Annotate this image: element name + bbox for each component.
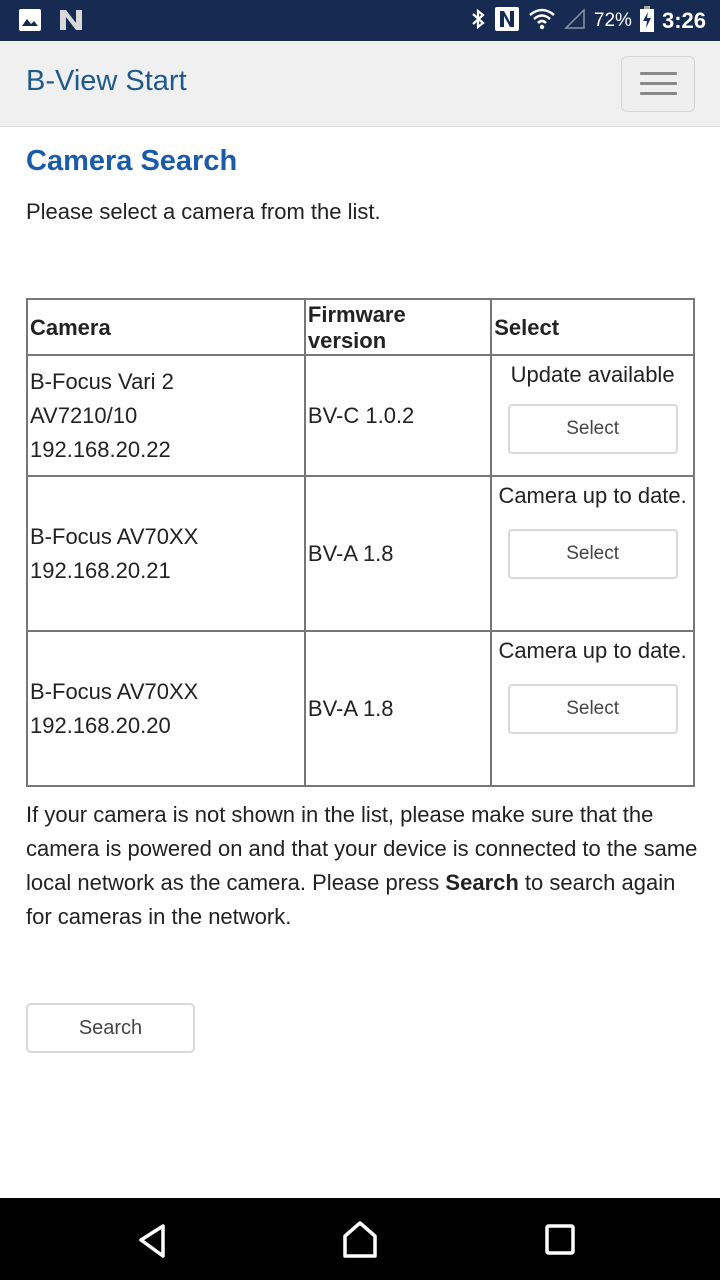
update-status: Camera up to date. — [498, 638, 687, 663]
camera-table: Camera Firmware version Select B-Focus V… — [26, 298, 695, 787]
recents-icon — [545, 1224, 575, 1255]
table-header-row: Camera Firmware version Select — [26, 298, 695, 356]
select-cell: Camera up to date. Select — [490, 475, 695, 632]
header-camera: Camera — [26, 298, 306, 356]
select-cell: Camera up to date. Select — [490, 630, 695, 787]
menu-button[interactable] — [621, 56, 695, 112]
camera-cell: B-Focus Vari 2 AV7210/10 192.168.20.22 — [26, 354, 306, 477]
search-button[interactable]: Search — [26, 1003, 195, 1053]
camera-ip: 192.168.20.21 — [30, 557, 171, 583]
help-text-search-keyword: Search — [445, 870, 519, 895]
camera-cell: B-Focus AV70XX 192.168.20.20 — [26, 630, 306, 787]
recents-button[interactable] — [538, 1218, 582, 1262]
table-row: B-Focus AV70XX 192.168.20.20 BV-A 1.8 Ca… — [26, 630, 695, 787]
camera-model-number: AV7210/10 — [30, 402, 138, 428]
intro-text: Please select a camera from the list. — [26, 199, 381, 224]
cellular-signal-icon — [564, 7, 586, 35]
camera-model: B-Focus AV70XX — [30, 523, 199, 549]
camera-cell: B-Focus AV70XX 192.168.20.21 — [26, 475, 306, 632]
home-button[interactable] — [338, 1218, 382, 1262]
battery-percent: 72% — [593, 10, 632, 31]
update-status: Camera up to date. — [498, 483, 687, 508]
image-icon — [18, 8, 42, 37]
battery-charging-icon — [639, 5, 654, 37]
header-select: Select — [490, 298, 695, 356]
clock: 3:26 — [661, 8, 706, 33]
app-bar: B-View Start — [0, 41, 720, 127]
header-firmware: Firmware version — [303, 298, 493, 356]
table-row: B-Focus Vari 2 AV7210/10 192.168.20.22 B… — [26, 354, 695, 477]
firmware-cell: BV-C 1.0.2 — [303, 354, 493, 477]
navigation-bar — [0, 1198, 720, 1280]
select-button[interactable]: Select — [507, 404, 678, 454]
nfc-icon — [494, 6, 520, 37]
update-status: Update available — [510, 362, 675, 387]
hamburger-menu-icon — [640, 72, 677, 75]
home-icon — [343, 1221, 377, 1258]
firmware-cell: BV-A 1.8 — [303, 630, 493, 787]
app-title[interactable]: B-View Start — [26, 65, 187, 98]
select-button[interactable]: Select — [507, 684, 678, 734]
select-button[interactable]: Select — [507, 529, 678, 579]
camera-model: B-Focus Vari 2 — [30, 368, 174, 394]
hamburger-menu-icon-bar — [640, 82, 677, 85]
back-button[interactable] — [131, 1218, 175, 1262]
page-title: Camera Search — [26, 145, 238, 177]
bluetooth-icon — [470, 7, 486, 36]
help-text: If your camera is not shown in the list,… — [26, 798, 698, 934]
status-bar: 72% 3:26 — [0, 0, 720, 41]
firmware-cell: BV-A 1.8 — [303, 475, 493, 632]
wifi-icon — [528, 7, 556, 36]
camera-ip: 192.168.20.22 — [30, 436, 171, 462]
camera-model: B-Focus AV70XX — [30, 678, 199, 704]
select-cell: Update available Select — [490, 354, 695, 477]
n-notification-icon — [58, 8, 84, 37]
back-icon — [139, 1224, 165, 1258]
table-row: B-Focus AV70XX 192.168.20.21 BV-A 1.8 Ca… — [26, 475, 695, 632]
hamburger-menu-icon-bar — [640, 92, 677, 95]
camera-ip: 192.168.20.20 — [30, 712, 171, 738]
